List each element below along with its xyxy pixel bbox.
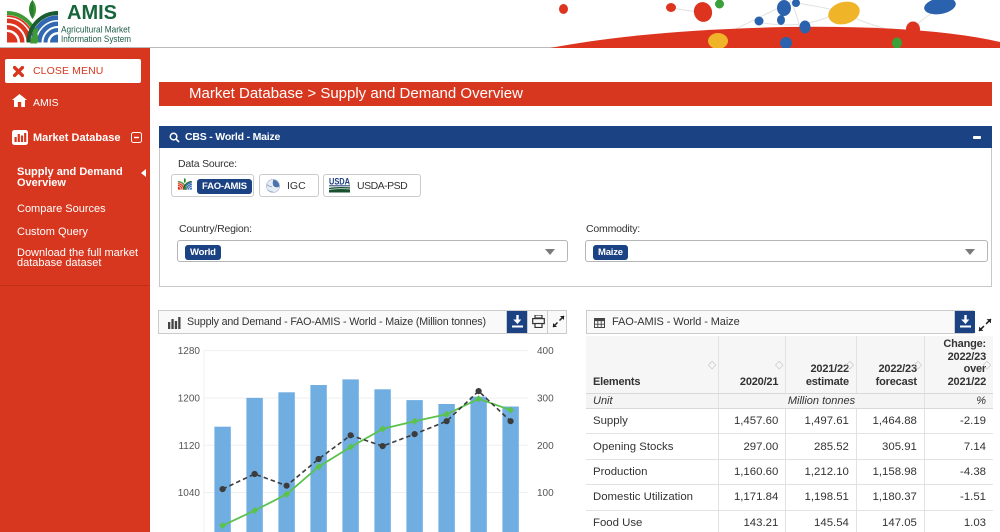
svg-text:200: 200 — [537, 441, 554, 452]
svg-text:1040: 1040 — [178, 488, 201, 499]
svg-text:USDA: USDA — [329, 177, 350, 187]
svg-text:100: 100 — [537, 488, 554, 499]
svg-text:AMIS: AMIS — [67, 2, 117, 24]
svg-text:1280: 1280 — [178, 346, 201, 357]
svg-text:1120: 1120 — [178, 441, 200, 452]
svg-text:400: 400 — [537, 346, 554, 357]
svg-text:Information System: Information System — [61, 33, 131, 44]
svg-text:1200: 1200 — [178, 394, 201, 405]
svg-text:300: 300 — [537, 394, 554, 405]
